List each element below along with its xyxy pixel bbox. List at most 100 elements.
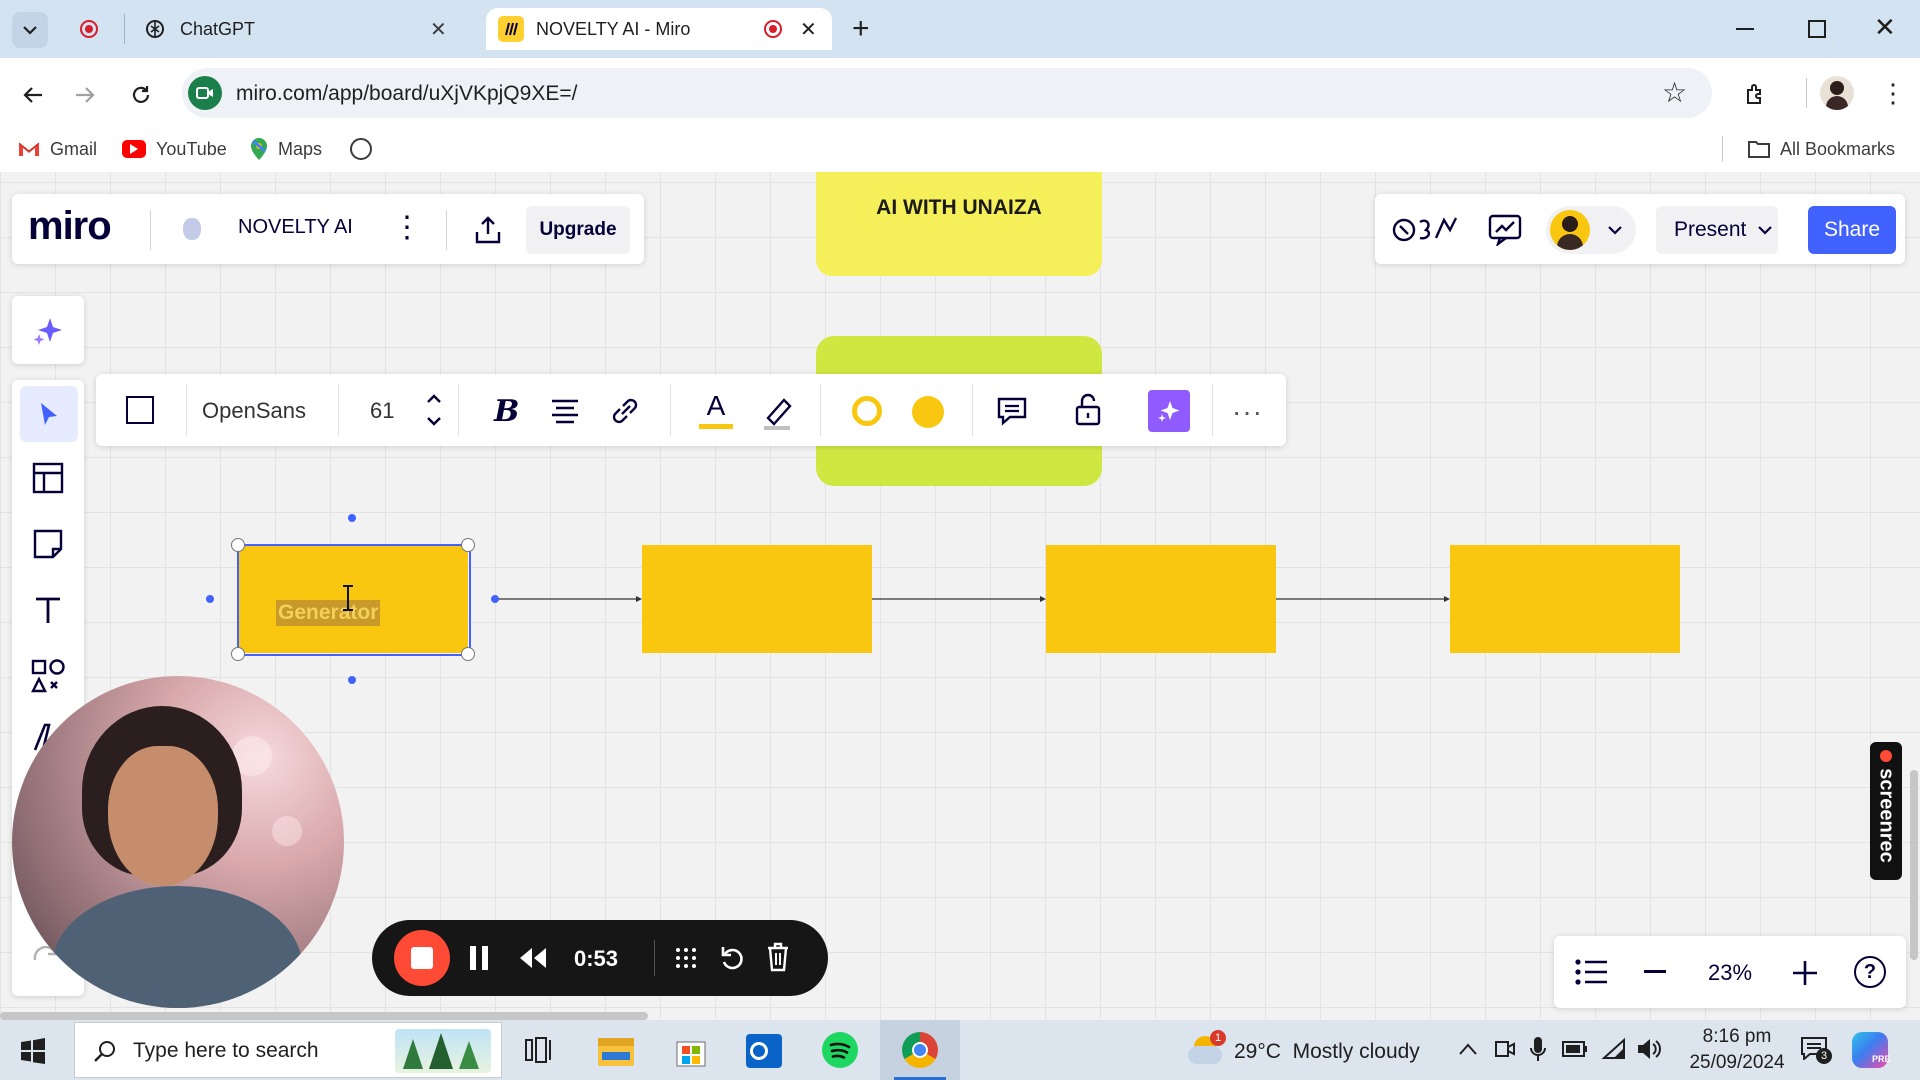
horizontal-scrollbar[interactable] [0, 1012, 648, 1020]
templates-icon[interactable] [32, 462, 64, 494]
connection-dot[interactable] [491, 595, 499, 603]
flow-box-3[interactable] [1046, 545, 1276, 653]
close-icon[interactable]: ✕ [430, 17, 447, 42]
comments-chart-icon[interactable] [1488, 214, 1522, 246]
all-bookmarks[interactable]: All Bookmarks [1748, 136, 1895, 162]
microphone-icon[interactable] [1530, 1036, 1546, 1062]
pause-icon[interactable] [470, 946, 476, 970]
taskbar-search-box[interactable]: Type here to search [74, 1022, 502, 1078]
fill-color-button[interactable] [912, 396, 944, 428]
browser-menu-icon[interactable]: ⋮ [1880, 80, 1906, 106]
draw-grid-icon[interactable] [674, 946, 698, 970]
weather-icon[interactable]: 1 [1186, 1030, 1226, 1070]
taskbar-time[interactable]: 8:16 pm [1682, 1026, 1792, 1048]
present-button[interactable]: Present [1656, 206, 1778, 254]
minimize-button[interactable] [1736, 28, 1754, 30]
resize-handle[interactable] [461, 538, 475, 552]
reactions-icon[interactable] [1392, 212, 1458, 246]
upgrade-button[interactable]: Upgrade [526, 206, 630, 254]
connection-dot[interactable] [206, 595, 214, 603]
taskbar-date[interactable]: 25/09/2024 [1682, 1052, 1792, 1074]
ai-sparkle-icon[interactable] [32, 314, 64, 346]
file-explorer-icon[interactable] [598, 1038, 634, 1066]
miro-logo[interactable]: miro [28, 204, 112, 249]
comment-icon[interactable] [996, 396, 1028, 426]
resize-handle[interactable] [461, 647, 475, 661]
font-family-select[interactable]: OpenSans [202, 398, 306, 424]
help-icon[interactable]: ? [1854, 956, 1886, 988]
windows-start-icon[interactable] [20, 1038, 46, 1064]
bookmark-maps[interactable]: Maps [250, 136, 322, 162]
resize-handle[interactable] [231, 538, 245, 552]
vertical-scrollbar[interactable] [1910, 770, 1918, 960]
board-name[interactable]: NOVELTY AI [238, 216, 353, 239]
connection-dot[interactable] [348, 676, 356, 684]
text-align-icon[interactable] [550, 398, 580, 424]
bold-icon[interactable]: B [494, 394, 519, 429]
restart-icon[interactable] [720, 944, 746, 972]
close-icon[interactable]: ✕ [800, 17, 817, 42]
connection-dot[interactable] [348, 514, 356, 522]
font-size-value[interactable]: 61 [370, 398, 394, 424]
wifi-icon[interactable] [1600, 1036, 1626, 1060]
rewind-icon[interactable] [518, 946, 548, 970]
font-size-stepper-icon[interactable] [426, 392, 442, 428]
stop-recording-button[interactable] [394, 930, 450, 986]
more-options-icon[interactable]: ··· [1232, 396, 1263, 428]
site-info-icon[interactable] [188, 76, 222, 110]
meet-now-icon[interactable] [1494, 1038, 1516, 1060]
share-button[interactable]: Share [1808, 206, 1896, 254]
screenrec-badge[interactable]: screenrec [1870, 742, 1902, 880]
highlighter-icon[interactable] [760, 394, 794, 430]
zoom-out-button[interactable] [1644, 970, 1666, 973]
tab-search-button[interactable] [12, 12, 48, 48]
board-list-icon[interactable] [1574, 958, 1608, 986]
flow-box-2[interactable] [642, 545, 872, 653]
bookmark-star-icon[interactable]: ☆ [1662, 78, 1687, 108]
zoom-level[interactable]: 23% [1708, 960, 1752, 986]
text-color-button[interactable]: A [696, 390, 736, 432]
task-view-icon[interactable] [524, 1036, 554, 1064]
weather-text[interactable]: 29°C Mostly cloudy [1234, 1040, 1420, 1064]
notifications-button[interactable]: 3 [1800, 1036, 1832, 1064]
trash-icon[interactable] [766, 942, 790, 972]
reload-button[interactable] [124, 78, 158, 112]
window-close-button[interactable]: ✕ [1874, 12, 1896, 43]
extensions-icon[interactable] [1740, 80, 1770, 110]
export-icon[interactable] [468, 210, 508, 250]
sticky-note-icon[interactable] [32, 528, 64, 560]
pause-icon[interactable] [482, 946, 488, 970]
battery-icon[interactable] [1562, 1040, 1588, 1058]
new-tab-button[interactable]: + [852, 12, 870, 46]
select-tool-button[interactable] [20, 386, 78, 442]
collaborators-button[interactable] [1546, 206, 1636, 254]
microsoft-store-icon[interactable] [674, 1034, 708, 1068]
flow-box-4[interactable] [1450, 545, 1680, 653]
shape-type-icon[interactable] [126, 396, 154, 424]
spotify-icon[interactable] [822, 1032, 858, 1068]
outlook-icon[interactable] [746, 1034, 782, 1068]
url-text[interactable]: miro.com/app/board/uXjVKpjQ9XE=/ [236, 82, 577, 106]
tab-chatgpt[interactable]: ChatGPT ✕ [130, 8, 470, 50]
back-button[interactable] [16, 78, 50, 112]
globe-icon[interactable] [350, 138, 372, 160]
text-tool-icon[interactable] [32, 594, 64, 626]
title-sticky-note[interactable]: AI WITH UNAIZA [816, 172, 1102, 276]
board-menu-icon[interactable]: ⋮ [392, 210, 422, 246]
border-color-button[interactable] [852, 396, 882, 426]
tab-miro[interactable]: NOVELTY AI - Miro ✕ [486, 8, 832, 50]
restore-button[interactable] [1808, 20, 1826, 38]
lock-icon[interactable] [1074, 392, 1102, 426]
profile-avatar[interactable] [1820, 76, 1854, 110]
volume-icon[interactable] [1636, 1036, 1662, 1062]
link-icon[interactable] [608, 394, 642, 428]
copilot-icon[interactable]: PRE [1852, 1032, 1891, 1068]
forward-button[interactable] [68, 78, 102, 112]
resize-handle[interactable] [231, 647, 245, 661]
chevron-up-icon[interactable] [1458, 1042, 1478, 1056]
shapes-icon[interactable] [30, 658, 66, 694]
ai-assist-button[interactable] [1148, 390, 1190, 432]
chrome-taskbar-active[interactable] [880, 1020, 960, 1080]
zoom-in-button[interactable] [1792, 960, 1818, 986]
bookmark-youtube[interactable]: YouTube [122, 136, 227, 162]
